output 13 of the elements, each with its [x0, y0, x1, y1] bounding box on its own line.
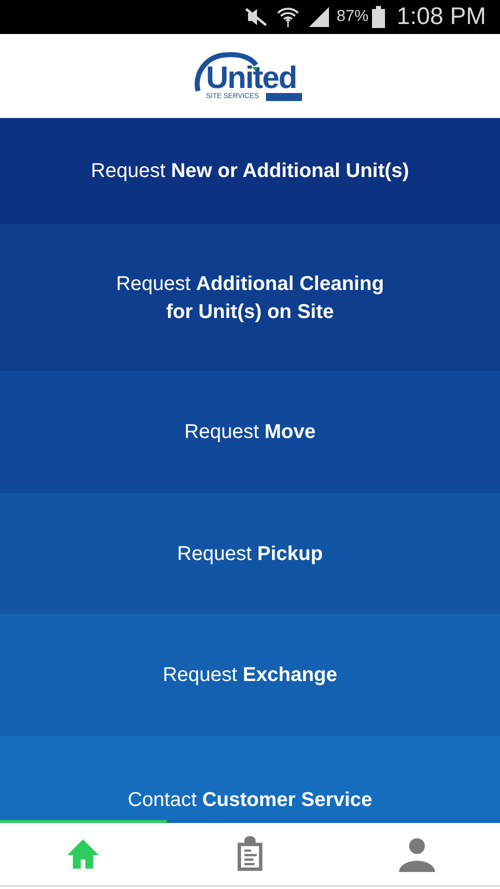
menu-button[interactable]: Request Additional Cleaning for Unit(s) on Site	[0, 224, 500, 371]
menu-button[interactable]: Contact Customer Service	[0, 736, 500, 820]
person-icon	[398, 836, 435, 872]
menu-button[interactable]: Request Exchange	[0, 614, 500, 736]
menu-button[interactable]: Request New or Additional Unit(s)	[0, 118, 500, 224]
battery-percent: 87%	[336, 7, 369, 27]
mute-icon	[242, 7, 269, 27]
clock: 1:08 PM	[396, 2, 486, 32]
menu-button[interactable]: Request Move	[0, 371, 500, 493]
battery-icon	[372, 6, 385, 28]
signal-icon	[306, 7, 329, 27]
menu-button[interactable]: Request Pickup	[0, 493, 500, 614]
wifi-icon	[276, 6, 299, 28]
